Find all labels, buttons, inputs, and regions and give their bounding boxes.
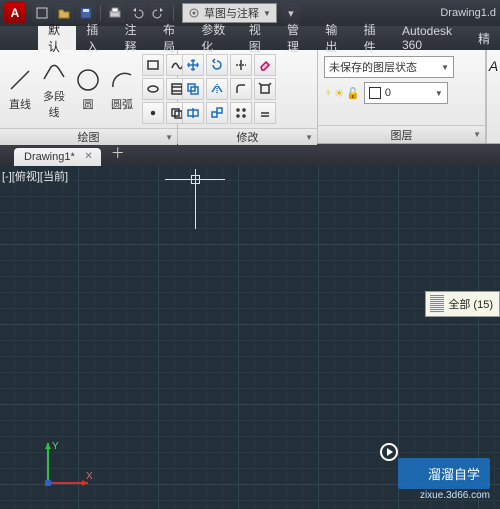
- ucs-icon[interactable]: X Y: [40, 435, 96, 491]
- layer-name: 0: [385, 87, 391, 99]
- snap-tooltip[interactable]: 全部 (15): [425, 291, 500, 317]
- open-icon[interactable]: [54, 3, 74, 23]
- tab-default[interactable]: 默认: [38, 26, 76, 50]
- lock-icon[interactable]: 🔓: [346, 87, 360, 100]
- scale-button[interactable]: [206, 102, 228, 124]
- tab-insert[interactable]: 插入: [76, 26, 114, 50]
- drawing-area[interactable]: [-][俯视][当前] 全部 (15) X Y 溜溜自学 zixue.3d66.…: [0, 166, 500, 509]
- redo-icon[interactable]: [149, 3, 169, 23]
- polyline-label: 多段线: [40, 88, 68, 120]
- layer-state-label: 未保存的图层状态: [329, 59, 417, 75]
- tab-view[interactable]: 视图: [239, 26, 277, 50]
- arc-icon: [108, 66, 136, 94]
- watermark-url: zixue.3d66.com: [420, 490, 490, 501]
- lightbulb-icon[interactable]: ♀: [324, 87, 332, 100]
- document-tab-label: Drawing1*: [24, 151, 75, 163]
- watermark-badge: 溜溜自学: [398, 458, 490, 489]
- panel-draw-title[interactable]: 绘图▼: [0, 128, 177, 145]
- copy-button[interactable]: [182, 78, 204, 100]
- circle-icon: [74, 66, 102, 94]
- tab-addins[interactable]: 插件: [354, 26, 392, 50]
- ribbon-tab-strip: 默认 插入 注释 布局 参数化 视图 管理 输出 插件 Autodesk 360…: [0, 26, 500, 50]
- tab-annotate[interactable]: 注释: [115, 26, 153, 50]
- panel-layers: 未保存的图层状态 ▼ ♀ ☀ 🔓 0 ▼ 图层▼: [318, 50, 486, 143]
- chevron-down-icon: ▼: [435, 89, 443, 98]
- viewport-label[interactable]: [-][俯视][当前]: [2, 168, 68, 184]
- line-icon: [6, 66, 34, 94]
- tab-manage[interactable]: 管理: [277, 26, 315, 50]
- plot-icon[interactable]: [105, 3, 125, 23]
- gear-icon: [188, 7, 200, 19]
- rectangle-button[interactable]: [142, 54, 164, 76]
- tab-output[interactable]: 输出: [315, 26, 353, 50]
- panel-modify: 修改▼: [178, 50, 318, 143]
- layer-state-dropdown[interactable]: 未保存的图层状态 ▼: [324, 56, 454, 78]
- fillet-button[interactable]: [230, 78, 252, 100]
- line-button[interactable]: 直线: [6, 66, 34, 112]
- array-button[interactable]: [230, 102, 252, 124]
- layer-dropdown[interactable]: 0 ▼: [364, 82, 448, 104]
- erase-button[interactable]: [254, 54, 276, 76]
- play-icon: [380, 443, 398, 461]
- mirror-button[interactable]: [206, 78, 228, 100]
- panel-draw: 直线 多段线 圆 圆弧: [0, 50, 178, 143]
- rotate-button[interactable]: [206, 54, 228, 76]
- chevron-down-icon: ▼: [263, 9, 271, 18]
- move-button[interactable]: [182, 54, 204, 76]
- ribbon: 直线 多段线 圆 圆弧: [0, 50, 500, 144]
- undo-icon[interactable]: [127, 3, 147, 23]
- qat-separator: [173, 5, 174, 21]
- app-logo[interactable]: A: [4, 2, 26, 24]
- circle-label: 圆: [83, 96, 94, 112]
- polyline-icon: [40, 58, 68, 86]
- stretch-button[interactable]: [182, 102, 204, 124]
- watermark-brand: 溜溜自学: [428, 467, 480, 482]
- close-icon[interactable]: ✕: [84, 151, 92, 162]
- panel-modify-title[interactable]: 修改▼: [178, 128, 317, 145]
- svg-text:X: X: [86, 471, 93, 482]
- chevron-down-icon: ▼: [165, 133, 173, 142]
- tab-layout[interactable]: 布局: [153, 26, 191, 50]
- point-button[interactable]: [142, 102, 164, 124]
- chevron-down-icon: ▼: [473, 130, 481, 139]
- chevron-down-icon: ▼: [441, 63, 449, 72]
- qat-more-icon[interactable]: ▾: [281, 3, 301, 23]
- quick-access-toolbar: [32, 3, 176, 23]
- document-tab[interactable]: Drawing1* ✕: [14, 148, 101, 166]
- layer-status-icons: ♀ ☀ 🔓: [324, 87, 360, 100]
- snap-icon: [430, 295, 444, 313]
- trim-button[interactable]: [230, 54, 252, 76]
- tab-extra[interactable]: 精: [468, 26, 500, 50]
- offset-button[interactable]: [254, 102, 276, 124]
- sun-icon[interactable]: ☀: [334, 87, 344, 100]
- circle-button[interactable]: 圆: [74, 66, 102, 112]
- tab-a360[interactable]: Autodesk 360: [392, 26, 468, 50]
- workspace-label: 草图与注释: [204, 5, 259, 21]
- document-tab-strip: Drawing1* ✕ ＋: [0, 144, 500, 166]
- new-icon[interactable]: [32, 3, 52, 23]
- ellipse-button[interactable]: [142, 78, 164, 100]
- arc-label: 圆弧: [111, 96, 133, 112]
- window-title: Drawing1.d: [440, 7, 496, 19]
- panel-text-stub[interactable]: A: [486, 50, 500, 143]
- layer-color-swatch: [369, 87, 381, 99]
- svg-text:Y: Y: [52, 441, 59, 452]
- new-tab-button[interactable]: ＋: [111, 143, 125, 163]
- chevron-down-icon: ▼: [305, 133, 313, 142]
- panel-layers-title[interactable]: 图层▼: [318, 125, 485, 143]
- polyline-button[interactable]: 多段线: [40, 58, 68, 120]
- arc-button[interactable]: 圆弧: [108, 66, 136, 112]
- workspace-dropdown[interactable]: 草图与注释 ▼: [182, 3, 277, 23]
- explode-button[interactable]: [254, 78, 276, 100]
- qat-separator: [100, 5, 101, 21]
- save-icon[interactable]: [76, 3, 96, 23]
- tab-parametric[interactable]: 参数化: [191, 26, 238, 50]
- snap-label: 全部 (15): [448, 296, 493, 312]
- line-label: 直线: [9, 96, 31, 112]
